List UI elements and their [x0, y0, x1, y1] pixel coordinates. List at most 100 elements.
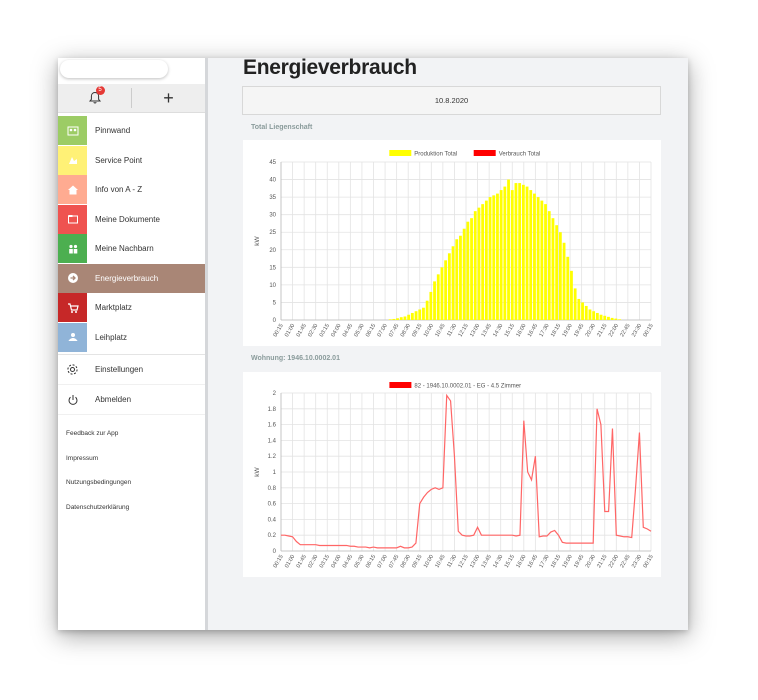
- x-tick-label: 19:45: [573, 323, 585, 338]
- x-tick-label: 04:45: [342, 554, 354, 569]
- production-bar: [492, 195, 496, 320]
- add-button[interactable]: +: [132, 84, 205, 112]
- production-bar: [558, 232, 562, 320]
- x-tick-label: 07:00: [377, 554, 389, 569]
- house-icon: [58, 175, 87, 204]
- legend-label: Verbrauch Total: [499, 152, 541, 158]
- y-axis-label: kW: [254, 235, 261, 245]
- link-datenschutz[interactable]: Datenschutzerklärung: [66, 504, 131, 529]
- production-bar: [466, 221, 470, 320]
- x-tick-label: 04:00: [330, 323, 342, 338]
- x-tick-label: 12:15: [458, 323, 470, 338]
- sidebar-item-nachbarn[interactable]: Meine Nachbarn: [58, 234, 205, 263]
- x-tick-label: 14:30: [492, 323, 504, 338]
- x-tick-label: 10:45: [434, 323, 446, 338]
- production-bar: [603, 315, 607, 320]
- x-tick-label: 09:15: [411, 554, 423, 569]
- sidebar-item-pinnwand[interactable]: Pinnwand: [58, 116, 205, 145]
- sidebar: 5 + Pinnwand Service Point Info von A - …: [58, 58, 208, 630]
- production-bar: [436, 274, 440, 320]
- y-tick-label: 0.2: [268, 533, 277, 539]
- production-bar: [470, 218, 473, 320]
- x-tick-label: 10:00: [423, 323, 435, 338]
- legend-swatch: [473, 150, 496, 156]
- x-tick-label: 10:00: [423, 554, 435, 569]
- legend-label: Produktion Total: [414, 152, 457, 158]
- notifications-button[interactable]: 5: [58, 84, 131, 112]
- production-bar: [514, 183, 518, 320]
- production-bar: [562, 242, 566, 320]
- x-tick-label: 05:30: [353, 554, 365, 569]
- y-tick-label: 10: [269, 283, 276, 289]
- logout-label: Abmelden: [95, 395, 132, 404]
- production-bar: [573, 288, 577, 320]
- x-tick-label: 18:15: [550, 323, 562, 338]
- x-tick-label: 09:15: [411, 323, 423, 338]
- x-tick-label: 07:45: [388, 323, 400, 338]
- x-tick-label: 07:00: [377, 323, 389, 338]
- x-tick-label: 17:30: [538, 323, 550, 338]
- x-tick-label: 18:15: [550, 554, 562, 569]
- y-tick-label: 15: [269, 265, 276, 271]
- x-tick-label: 13:00: [469, 554, 481, 569]
- production-bar: [433, 281, 436, 320]
- x-tick-label: 07:45: [388, 554, 400, 569]
- x-tick-label: 00:15: [273, 323, 285, 338]
- production-bar: [407, 314, 411, 320]
- sidebar-item-dokumente[interactable]: Meine Dokumente: [58, 204, 205, 234]
- sidebar-item-service-point[interactable]: Service Point: [58, 145, 205, 175]
- section-title-wohnung: Wohnung: 1946.10.0002.01: [251, 355, 340, 362]
- date-selector[interactable]: 10.8.2020: [242, 86, 661, 115]
- logout-item[interactable]: Abmelden: [58, 385, 205, 415]
- y-tick-label: 0.4: [268, 517, 277, 523]
- x-tick-label: 21:15: [596, 323, 608, 338]
- y-tick-label: 25: [269, 230, 276, 236]
- y-tick-label: 0: [273, 549, 277, 555]
- plus-icon: +: [163, 88, 174, 108]
- cart-icon: [58, 293, 87, 322]
- y-tick-label: 2: [273, 391, 277, 397]
- search-field[interactable]: [60, 60, 168, 78]
- link-nutzungsbedingungen[interactable]: Nutzungsbedingungen: [66, 479, 131, 504]
- sidebar-item-energieverbrauch[interactable]: Energieverbrauch: [58, 263, 205, 293]
- y-tick-label: 35: [269, 195, 276, 201]
- x-tick-label: 16:00: [515, 323, 527, 338]
- x-tick-label: 01:45: [296, 554, 308, 569]
- production-bar: [584, 305, 588, 320]
- sidebar-item-info[interactable]: Info von A - Z: [58, 175, 205, 204]
- x-tick-label: 08:30: [400, 323, 412, 338]
- energy-icon: [58, 263, 87, 293]
- production-bar: [481, 204, 485, 320]
- people-board-icon: [58, 116, 87, 145]
- chart-card-total: 0 5 10 15 20 25 30 35 40 45 00:15 01:00 01:45 02:30 03…: [243, 140, 661, 346]
- sidebar-item-leihplatz[interactable]: Leihplatz: [58, 322, 205, 352]
- legend-swatch: [389, 382, 412, 388]
- production-bar: [488, 197, 492, 320]
- notification-badge: 5: [95, 86, 105, 95]
- production-bar: [551, 218, 555, 320]
- sidebar-item-marktplatz[interactable]: Marktplatz: [58, 293, 205, 322]
- link-impressum[interactable]: Impressum: [66, 455, 131, 480]
- link-feedback[interactable]: Feedback zur App: [66, 430, 131, 455]
- sidebar-item-label: Pinnwand: [95, 126, 131, 135]
- production-bar: [418, 309, 422, 320]
- production-bar: [581, 302, 584, 320]
- production-bar: [518, 183, 522, 320]
- production-bar: [499, 190, 503, 320]
- production-bar: [599, 314, 603, 320]
- gear-icon: [58, 363, 87, 376]
- x-tick-label: 20:30: [585, 323, 597, 338]
- production-bar: [555, 225, 559, 320]
- legend-swatch: [389, 150, 412, 156]
- date-value: 10.8.2020: [434, 96, 469, 105]
- production-bar: [592, 311, 596, 320]
- production-bar: [414, 311, 418, 320]
- x-tick-label: 16:45: [527, 323, 539, 338]
- y-tick-label: 1: [273, 470, 277, 476]
- production-bar: [507, 179, 510, 320]
- production-chart: 05101520253035404500:15 01:00 01:45 02:30 03…: [254, 150, 655, 338]
- x-tick-label: 23:30: [631, 323, 643, 338]
- settings-item[interactable]: Einstellungen: [58, 355, 205, 385]
- footer-links: Feedback zur App Impressum Nutzungsbedin…: [66, 430, 131, 528]
- sidebar-item-label: Marktplatz: [95, 303, 132, 312]
